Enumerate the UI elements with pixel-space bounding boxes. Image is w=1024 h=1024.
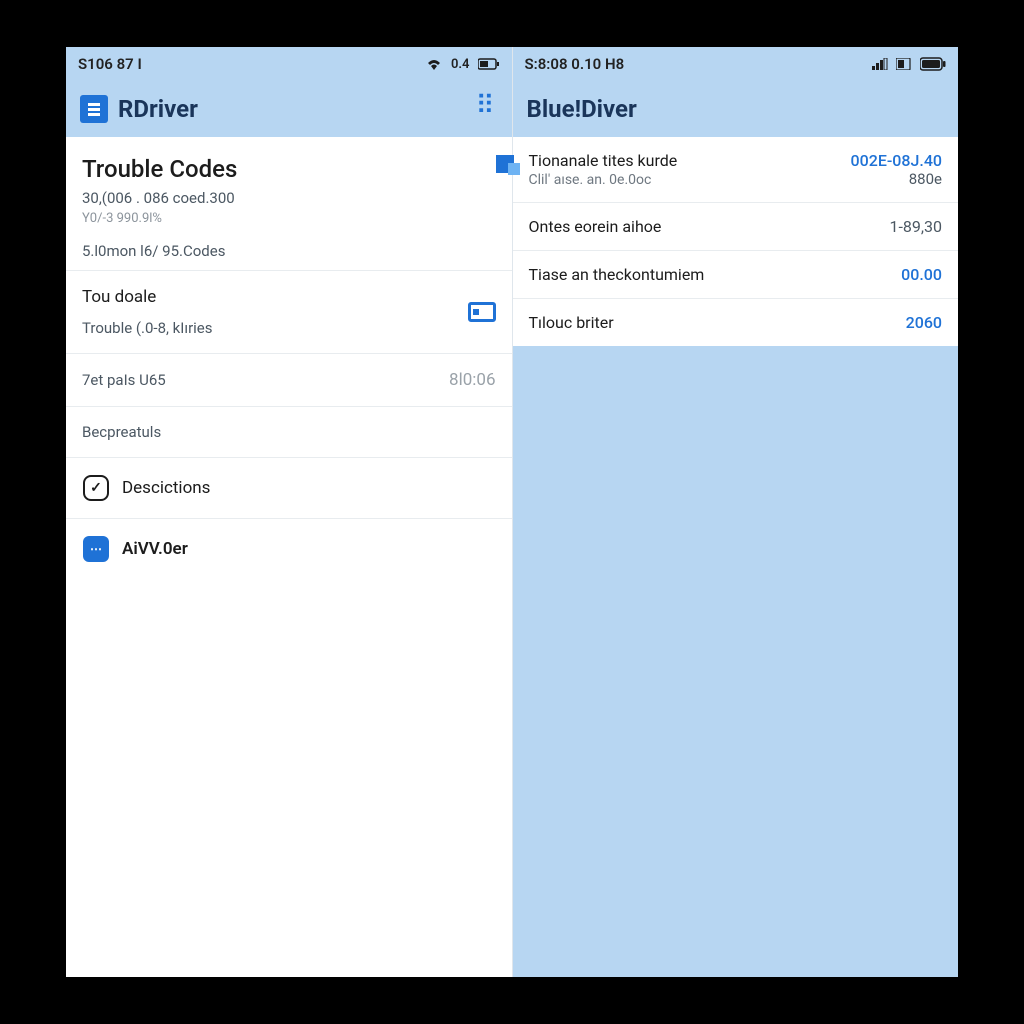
device-frame: S106 87 I 0.4 RDriver (66, 47, 958, 977)
battery-small-icon (478, 58, 500, 70)
item-aivoer-label: AiVV.0er (122, 539, 496, 559)
codes-summary-row: 5.l0mon l6/ 95.Codes (66, 232, 512, 270)
empty-area (513, 346, 959, 977)
pane-left: S106 87 I 0.4 RDriver (66, 47, 513, 977)
item-descictions-label: Descictions (122, 478, 496, 498)
battery-box-icon (896, 58, 912, 70)
pane-right: S:8:08 0.10 H8 Blue!Diver (513, 47, 959, 977)
r-tionanale-value: 002E-08J.40 (851, 151, 942, 170)
item-toudoale-label: Tou doale (82, 287, 456, 307)
item-tetpals-label: 7et paIs U65 (82, 371, 437, 389)
appbar-left: RDriver (66, 81, 512, 137)
r-tilouc-label: Tılouc briter (529, 313, 906, 332)
item-tetpals-value: 8l0:06 (449, 370, 495, 390)
r-item-tiase[interactable]: Tiase an theckontumiem 00.00 (513, 251, 959, 299)
r-item-tionanale[interactable]: Tionanale tites kurde Clil' aıse. an. 0e… (513, 137, 959, 203)
r-tiase-label: Tiase an theckontumiem (529, 265, 902, 284)
appbar-right: Blue!Diver (513, 81, 959, 137)
item-descictions[interactable]: ✓ Descictions (66, 458, 512, 518)
r-tionanale-sub: Clil' aıse. an. 0e.0oc (529, 172, 851, 188)
app-logo-icon (80, 95, 108, 123)
battery-icon (920, 57, 946, 71)
item-aivoer[interactable]: ⋯ AiVV.0er (66, 519, 512, 579)
menu-icon[interactable] (476, 98, 498, 120)
chat-badge-icon: ⋯ (82, 535, 110, 563)
status-time-left: S106 87 I (78, 55, 142, 73)
statusbar-left: S106 87 I 0.4 (66, 47, 512, 81)
signal-icon (872, 58, 888, 70)
item-becpreatuls-label: Becpreatuls (82, 423, 496, 441)
item-toudoale-sub: Trouble (.0-8, kIıries (82, 319, 456, 337)
r-tionanale-value2: 880e (851, 170, 942, 188)
r-tionanale-label: Tionanale tites kurde (529, 151, 851, 170)
r-tiase-value: 00.00 (901, 265, 942, 284)
r-item-ontes[interactable]: Ontes eorein aihoe 1-89,30 (513, 203, 959, 251)
right-list: Tionanale tites kurde Clil' aıse. an. 0e… (513, 137, 959, 346)
split-panes: S106 87 I 0.4 RDriver (66, 47, 958, 977)
card-icon (468, 298, 496, 326)
codes-summary-label: 5.l0mon l6/ 95.Codes (82, 242, 496, 260)
app-title-right: Blue!Diver (527, 95, 637, 123)
r-ontes-value: 1-89,30 (889, 217, 942, 236)
section-sub2: Y0/-3 990.9l% (82, 211, 496, 226)
wifi-icon (425, 57, 443, 71)
item-tetpals[interactable]: 7et paIs U65 8l0:06 (66, 354, 512, 406)
app-title-left: RDriver (118, 95, 198, 123)
status-time-right: S:8:08 0.10 H8 (525, 55, 625, 73)
item-becpreatuls[interactable]: Becpreatuls (66, 407, 512, 457)
section-sub1: 30,(006 . 086 coed.300 (82, 189, 496, 207)
check-badge-icon: ✓ (82, 474, 110, 502)
r-item-tilouc[interactable]: Tılouc briter 2060 (513, 299, 959, 346)
status-wifi-val: 0.4 (451, 57, 470, 72)
section-title: Trouble Codes (82, 155, 496, 183)
statusbar-right: S:8:08 0.10 H8 (513, 47, 959, 81)
item-toudoale[interactable]: Tou doale Trouble (.0-8, kIıries (66, 271, 512, 353)
r-ontes-label: Ontes eorein aihoe (529, 217, 890, 236)
trouble-codes-header: Trouble Codes 30,(006 . 086 coed.300 Y0/… (66, 137, 512, 232)
r-tilouc-value: 2060 (906, 313, 942, 332)
